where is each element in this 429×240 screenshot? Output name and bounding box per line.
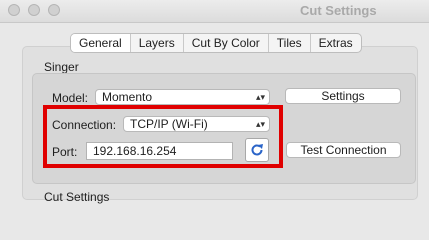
chevron-updown-icon: ▴▾ [255,119,265,129]
model-select[interactable]: Momento ▴▾ [95,89,270,105]
port-input[interactable]: 192.168.16.254 [86,142,233,160]
minimize-window-button[interactable] [28,4,40,16]
tab-cut-by-color[interactable]: Cut By Color [184,34,269,52]
window-title: Cut Settings [300,3,377,18]
title-bar: Cut Settings [0,0,429,23]
tab-extras[interactable]: Extras [311,34,361,52]
group-title: Singer [44,60,79,74]
tab-bar: General Layers Cut By Color Tiles Extras [70,33,362,53]
tab-layers[interactable]: Layers [131,34,184,52]
zoom-window-button[interactable] [48,4,60,16]
tab-general[interactable]: General [71,34,131,52]
tab-tiles[interactable]: Tiles [269,34,311,52]
settings-button[interactable]: Settings [285,88,401,104]
refresh-icon [251,144,263,156]
chevron-updown-icon: ▴▾ [255,92,265,102]
port-label: Port: [52,145,78,159]
refresh-button[interactable] [245,138,269,162]
model-select-value: Momento [102,90,153,104]
test-connection-button[interactable]: Test Connection [286,142,401,158]
model-label: Model: [52,91,89,105]
connection-select-value: TCP/IP (Wi-Fi) [130,117,208,131]
port-input-value: 192.168.16.254 [93,144,177,158]
close-window-button[interactable] [8,4,20,16]
cut-settings-section-label: Cut Settings [44,190,110,204]
connection-label: Connection: [52,118,117,132]
connection-select[interactable]: TCP/IP (Wi-Fi) ▴▾ [123,116,270,132]
